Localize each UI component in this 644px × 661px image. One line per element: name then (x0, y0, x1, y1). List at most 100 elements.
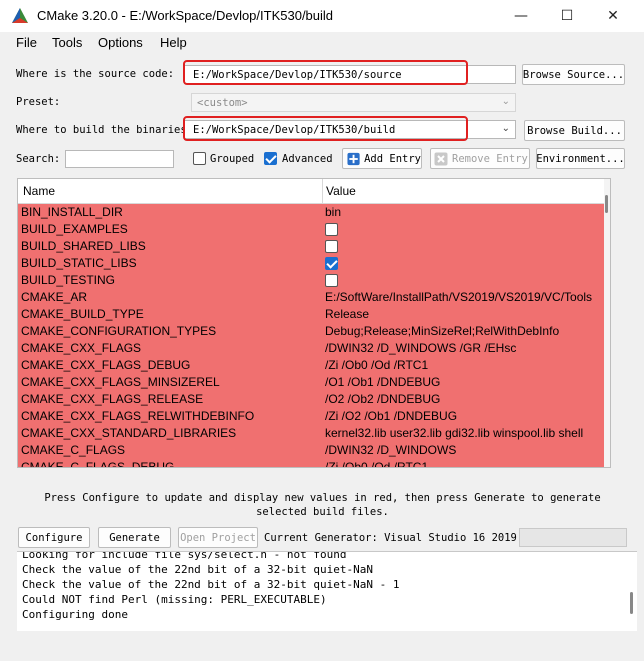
cache-variable-value[interactable]: kernel32.lib user32.lib gdi32.lib winspo… (325, 426, 583, 440)
table-row[interactable]: CMAKE_BUILD_TYPE Release (18, 306, 608, 323)
cache-variable-name: BUILD_TESTING (21, 273, 116, 287)
cache-variable-checkbox[interactable] (325, 257, 338, 270)
cache-variable-value[interactable]: /Zi /Ob0 /Od /RTC1 (325, 358, 428, 372)
menu-options[interactable]: Options (98, 35, 143, 50)
maximize-button[interactable]: ☐ (544, 0, 590, 32)
preset-dropdown[interactable]: <custom> ⌄ (191, 93, 516, 112)
minimize-button[interactable]: — (498, 0, 544, 32)
environment-button[interactable]: Environment... (536, 148, 625, 169)
cache-variable-name: CMAKE_CONFIGURATION_TYPES (21, 324, 217, 338)
preset-label: Preset: (16, 96, 61, 108)
output-line: Looking for include file sys/select.h - … (22, 551, 347, 561)
table-row[interactable]: BUILD_STATIC_LIBS (18, 255, 608, 272)
grouped-checkbox[interactable] (193, 152, 206, 165)
table-row[interactable]: CMAKE_CONFIGURATION_TYPES Debug;Release;M… (18, 323, 608, 340)
table-row[interactable]: CMAKE_C_FLAGS/DWIN32 /D_WINDOWS (18, 442, 608, 459)
table-scrollbar-thumb[interactable] (605, 195, 608, 213)
cache-variable-name: BIN_INSTALL_DIR (21, 205, 123, 219)
cache-variable-value[interactable]: /DWIN32 /D_WINDOWS (325, 443, 456, 457)
cache-variable-value[interactable]: /DWIN32 /D_WINDOWS /GR /EHsc (325, 341, 516, 355)
cache-variable-name: CMAKE_CXX_FLAGS_RELEASE (21, 392, 204, 406)
menu-help[interactable]: Help (160, 35, 187, 50)
browse-build-button[interactable]: Browse Build... (524, 120, 625, 141)
build-highlight-annotation (183, 116, 468, 141)
cache-variable-value[interactable]: E:/SoftWare/InstallPath/VS2019/VS2019/VC… (325, 290, 592, 304)
close-button[interactable]: ✕ (590, 0, 636, 32)
table-row[interactable]: CMAKE_CXX_STANDARD_LIBRARIES kernel32.lib… (18, 425, 608, 442)
table-row[interactable]: BUILD_SHARED_LIBS (18, 238, 608, 255)
progress-bar (519, 528, 627, 547)
add-entry-button[interactable]: Add Entry (342, 148, 422, 169)
cache-variable-name: BUILD_STATIC_LIBS (21, 256, 137, 270)
plus-icon (347, 152, 360, 165)
cache-variable-name: CMAKE_CXX_FLAGS_RELWITHDEBINFO (21, 409, 255, 423)
cache-variable-checkbox[interactable] (325, 223, 338, 236)
window-title: CMake 3.20.0 - E:/WorkSpace/Devlop/ITK53… (37, 8, 334, 23)
configure-button[interactable]: Configure (18, 527, 90, 548)
cache-variable-value[interactable]: /O2 /Ob2 /DNDEBUG (325, 392, 440, 406)
table-row[interactable]: CMAKE_CXX_FLAGS_RELEASE/O2 /Ob2 /DNDEBUG (18, 391, 608, 408)
cache-variable-value[interactable]: Debug;Release;MinSizeRel;RelWithDebInfo (325, 324, 559, 338)
cache-variable-name: BUILD_EXAMPLES (21, 222, 128, 236)
menu-bar: File Tools Options Help (0, 32, 644, 54)
cache-variable-name: CMAKE_CXX_FLAGS_DEBUG (21, 358, 191, 372)
table-row[interactable]: CMAKE_CXX_FLAGS/DWIN32 /D_WINDOWS /GR /E… (18, 340, 608, 357)
output-line: Check the value of the 22nd bit of a 32-… (22, 563, 373, 576)
cache-variable-name: CMAKE_C_FLAGS_DEBUG (21, 460, 175, 468)
grouped-label: Grouped (210, 153, 255, 165)
table-row[interactable]: CMAKE_CXX_FLAGS_RELWITHDEBINFO/Zi /O2 /O… (18, 408, 608, 425)
remove-entry-button[interactable]: Remove Entry (430, 148, 530, 169)
chevron-down-icon: ⌄ (501, 96, 510, 107)
table-scrollbar[interactable] (604, 179, 610, 467)
search-label: Search: (16, 153, 61, 165)
cache-variable-value[interactable]: bin (325, 205, 341, 219)
table-row[interactable]: BUILD_EXAMPLES (18, 221, 608, 238)
output-line: Could NOT find Perl (missing: PERL_EXECU… (22, 593, 327, 606)
table-rows: BIN_INSTALL_DIR bin BUILD_EXAMPLES BUILD_SH… (18, 204, 608, 468)
cache-variable-value[interactable]: Release (325, 307, 369, 321)
cache-variable-value[interactable]: /Zi /Ob0 /Od /RTC1 (325, 460, 428, 467)
source-label: Where is the source code: (16, 68, 175, 80)
table-row[interactable]: BIN_INSTALL_DIR bin (18, 204, 608, 221)
chevron-down-icon[interactable]: ⌄ (502, 123, 510, 134)
cache-variable-value[interactable]: /O1 /Ob1 /DNDEBUG (325, 375, 440, 389)
open-project-button[interactable]: Open Project (178, 527, 258, 548)
title-bar: CMake 3.20.0 - E:/WorkSpace/Devlop/ITK53… (0, 0, 644, 32)
table-header: Name Value (18, 179, 610, 204)
cache-variable-value[interactable]: /Zi /O2 /Ob1 /DNDEBUG (325, 409, 457, 423)
cache-variable-name: CMAKE_BUILD_TYPE (21, 307, 144, 321)
current-generator-text: Current Generator: Visual Studio 16 2019 (264, 532, 517, 544)
output-scrollbar-thumb[interactable] (630, 592, 633, 614)
table-row[interactable]: CMAKE_AR E:/SoftWare/InstallPath/VS2019/V… (18, 289, 608, 306)
advanced-checkbox[interactable] (264, 152, 277, 165)
column-header-value[interactable]: Value (326, 184, 356, 198)
output-line: Configuring done (22, 608, 128, 621)
menu-file[interactable]: File (16, 35, 37, 50)
cache-variable-name: BUILD_SHARED_LIBS (21, 239, 146, 253)
advanced-label: Advanced (282, 153, 333, 165)
output-log[interactable]: Looking for include file sys/select.h - … (17, 551, 637, 631)
table-row[interactable]: CMAKE_CXX_FLAGS_DEBUG/Zi /Ob0 /Od /RTC1 (18, 357, 608, 374)
generate-button[interactable]: Generate (98, 527, 171, 548)
cache-variable-name: CMAKE_C_FLAGS (21, 443, 126, 457)
table-row[interactable]: BUILD_TESTING (18, 272, 608, 289)
preset-value: <custom> (197, 97, 248, 109)
browse-source-button[interactable]: Browse Source... (522, 64, 625, 85)
table-row[interactable]: CMAKE_CXX_FLAGS_MINSIZEREL/O1 /Ob1 /DNDE… (18, 374, 608, 391)
cache-variables-table: Name Value BIN_INSTALL_DIR bin BUILD_EXAMP… (17, 178, 611, 468)
search-input[interactable] (65, 150, 174, 168)
cmake-logo-icon (12, 8, 28, 23)
remove-icon (434, 152, 448, 165)
build-label: Where to build the binaries: (16, 124, 194, 136)
table-row[interactable]: CMAKE_C_FLAGS_DEBUG/Zi /Ob0 /Od /RTC1 (18, 459, 608, 468)
output-line: Check the value of the 22nd bit of a 32-… (22, 578, 400, 591)
cache-variable-name: CMAKE_CXX_FLAGS_MINSIZEREL (21, 375, 220, 389)
cache-variable-name: CMAKE_AR (21, 290, 88, 304)
cache-variable-name: CMAKE_CXX_STANDARD_LIBRARIES (21, 426, 237, 440)
cache-variable-checkbox[interactable] (325, 240, 338, 253)
cache-variable-name: CMAKE_CXX_FLAGS (21, 341, 142, 355)
cache-variable-checkbox[interactable] (325, 274, 338, 287)
configure-hint-text: Press Configure to update and display ne… (44, 492, 601, 518)
column-header-name[interactable]: Name (23, 184, 55, 198)
menu-tools[interactable]: Tools (52, 35, 82, 50)
